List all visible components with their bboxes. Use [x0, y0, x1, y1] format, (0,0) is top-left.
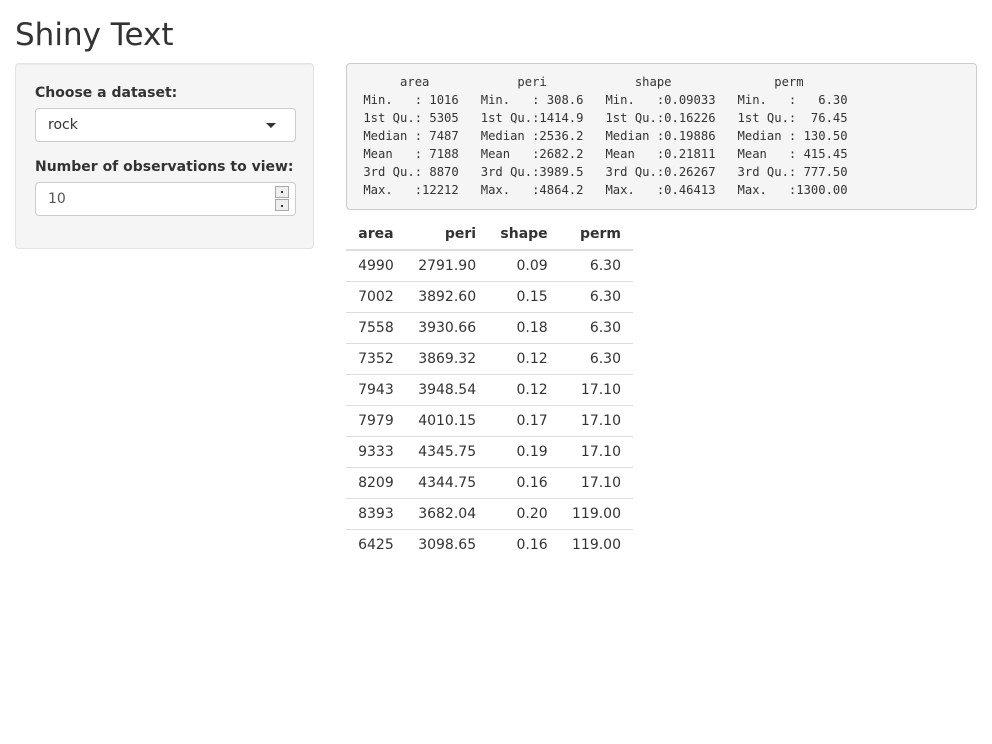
- spinner-down-button[interactable]: [275, 199, 289, 211]
- table-cell: 17.10: [559, 435, 633, 467]
- table-cell: 8393: [346, 497, 406, 529]
- table-row: 7943 3948.54 0.12 17.10: [346, 373, 633, 405]
- table-row: 8393 3682.04 0.20 119.00: [346, 497, 633, 529]
- table-cell: 6.30: [559, 342, 633, 374]
- table-cell: 119.00: [559, 528, 633, 560]
- table-cell: 6.30: [559, 280, 633, 312]
- sidebar-panel: Choose a dataset: rock Number of observa…: [15, 63, 314, 249]
- table-cell: 0.12: [488, 342, 560, 374]
- column-header-perm: perm: [559, 218, 633, 251]
- column-header-peri: peri: [405, 218, 489, 251]
- table-row: 6425 3098.65 0.16 119.00: [346, 528, 633, 560]
- table-cell: 0.20: [488, 497, 560, 529]
- table-cell: 4345.75: [405, 435, 489, 467]
- chevron-down-icon: [266, 123, 276, 128]
- dataset-select[interactable]: rock: [35, 108, 296, 142]
- page-title: Shiny Text: [15, 17, 174, 53]
- table-cell: 17.10: [559, 404, 633, 436]
- table-cell: 7352: [346, 342, 406, 374]
- table-cell: 0.17: [488, 404, 560, 436]
- table-cell: 0.16: [488, 466, 560, 498]
- summary-output: area peri shape perm Min. : 1016 Min. : …: [346, 63, 977, 210]
- table-cell: 0.15: [488, 280, 560, 312]
- table-cell: 3948.54: [405, 373, 489, 405]
- table-cell: 9333: [346, 435, 406, 467]
- table-row: 7558 3930.66 0.18 6.30: [346, 311, 633, 343]
- table-cell: 6.30: [589, 257, 621, 274]
- table-cell: 4990: [358, 257, 394, 274]
- table-cell: 2791.90: [418, 257, 477, 274]
- table-cell: 17.10: [559, 466, 633, 498]
- table-cell: 0.16: [488, 528, 560, 560]
- table-cell: 4010.15: [405, 404, 489, 436]
- observations-label: Number of observations to view:: [35, 159, 294, 175]
- table-cell: 17.10: [559, 373, 633, 405]
- table-row: 4990 2791.90 0.09 6.30: [346, 250, 633, 281]
- table-cell: 0.18: [488, 311, 560, 343]
- table-cell: 0.12: [488, 373, 560, 405]
- table-cell: 119.00: [559, 497, 633, 529]
- table-cell: 0.19: [488, 435, 560, 467]
- observations-spinner[interactable]: [275, 184, 291, 214]
- table-cell: 3892.60: [405, 280, 489, 312]
- table-cell: 3098.65: [405, 528, 489, 560]
- table-cell: 3869.32: [405, 342, 489, 374]
- column-header-shape: shape: [488, 218, 560, 251]
- table-cell: 6.30: [559, 311, 633, 343]
- spinner-down-icon: [281, 205, 283, 207]
- table-cell: 0.09: [516, 257, 548, 274]
- spinner-up-button[interactable]: [275, 186, 289, 198]
- dataset-select-value: rock: [48, 117, 78, 133]
- dataset-label: Choose a dataset:: [35, 85, 178, 101]
- table-cell: 3930.66: [405, 311, 489, 343]
- table-cell: 7979: [346, 404, 406, 436]
- table-row: 7979 4010.15 0.17 17.10: [346, 404, 633, 436]
- table-row: 7002 3892.60 0.15 6.30: [346, 280, 633, 312]
- table-cell: 8209: [346, 466, 406, 498]
- table-cell: 3682.04: [405, 497, 489, 529]
- table-header-row: area peri shape perm: [346, 218, 633, 251]
- table-row: 9333 4345.75 0.19 17.10: [346, 435, 633, 467]
- table-cell: 7943: [346, 373, 406, 405]
- table-cell: 4344.75: [405, 466, 489, 498]
- table-row: 8209 4344.75 0.16 17.10: [346, 466, 633, 498]
- table-cell: 7002: [346, 280, 406, 312]
- table-cell: 6425: [346, 528, 406, 560]
- table-cell: 7558: [346, 311, 406, 343]
- table-row: 7352 3869.32 0.12 6.30: [346, 342, 633, 374]
- column-header-area: area: [346, 218, 406, 251]
- observations-table: area peri shape perm 4990 2791.90 0.09 6…: [346, 218, 633, 560]
- spinner-up-icon: [281, 191, 283, 193]
- observations-input[interactable]: [35, 182, 296, 216]
